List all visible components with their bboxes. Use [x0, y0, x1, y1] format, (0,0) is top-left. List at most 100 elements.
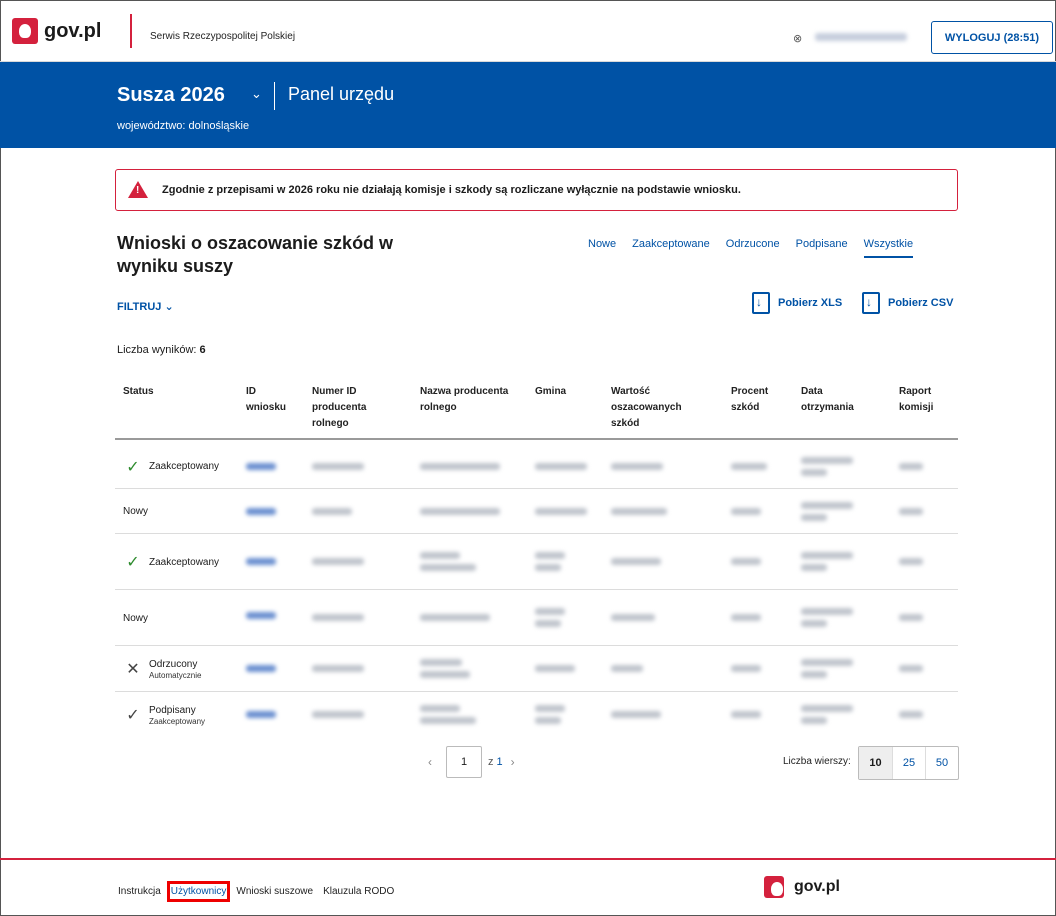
- col-gmina[interactable]: Gmina: [535, 384, 566, 400]
- page-input[interactable]: 1: [446, 746, 482, 778]
- status-text-group: Podpisany Zaakceptowany: [149, 705, 205, 726]
- col-producer-name[interactable]: Nazwa producenta rolnego: [420, 384, 508, 416]
- gov-logo[interactable]: gov.pl: [12, 18, 101, 44]
- col-commission-report[interactable]: Raport komisji: [899, 384, 933, 416]
- col-status[interactable]: Status: [123, 384, 154, 400]
- blurred-cell: [420, 659, 462, 666]
- blurred-cell: [312, 558, 364, 565]
- voivodeship-label: województwo: dolnośląskie: [117, 120, 250, 132]
- blurred-cell: [535, 665, 575, 672]
- status-cell: Nowy: [123, 489, 148, 534]
- footer-link-rodo[interactable]: Klauzula RODO: [322, 884, 395, 899]
- download-xls-label: Pobierz XLS: [778, 297, 843, 309]
- download-csv-button[interactable]: Pobierz CSV: [862, 292, 953, 314]
- status-cell: ✓ Zaakceptowany: [123, 444, 219, 489]
- blurred-cell: [801, 705, 853, 712]
- status-text-group: Odrzucony Automatycznie: [149, 659, 201, 680]
- service-name: Serwis Rzeczypospolitej Polskiej: [150, 31, 296, 42]
- program-title[interactable]: Susza 2026: [117, 84, 225, 107]
- results-count: Liczba wyników: 6: [117, 344, 206, 356]
- blurred-cell: [420, 564, 476, 571]
- chevron-down-icon: ⌄: [164, 301, 174, 313]
- filter-toggle[interactable]: FILTRUJ ⌄: [117, 300, 174, 313]
- logout-button[interactable]: WYLOGUJ (28:51): [931, 21, 1053, 54]
- blurred-cell: [535, 463, 587, 470]
- download-icon: [862, 292, 880, 314]
- filter-label: FILTRUJ: [117, 301, 162, 313]
- blurred-cell: [420, 508, 500, 515]
- tab-nowe[interactable]: Nowe: [588, 238, 616, 258]
- status-cell: ✓ Podpisany Zaakceptowany: [123, 692, 205, 738]
- tab-wszystkie[interactable]: Wszystkie: [863, 238, 914, 258]
- rows-option-10[interactable]: 10: [859, 747, 892, 779]
- blurred-cell: [899, 558, 923, 565]
- blurred-cell: [312, 665, 364, 672]
- chevron-right-icon[interactable]: ›: [503, 755, 523, 769]
- rows-option-25[interactable]: 25: [892, 747, 925, 779]
- col-id[interactable]: ID wniosku: [246, 384, 286, 416]
- status-label: Podpisany: [149, 704, 196, 716]
- blurred-cell: [535, 705, 565, 712]
- tab-odrzucone[interactable]: Odrzucone: [726, 238, 780, 258]
- chevron-left-icon[interactable]: ‹: [420, 755, 440, 769]
- blurred-cell: [801, 620, 827, 627]
- blurred-cell: [801, 502, 853, 509]
- page-of-label: z: [488, 756, 494, 768]
- table-row[interactable]: ✓ Podpisany Zaakceptowany: [115, 692, 958, 738]
- alert-text: Zgodnie z przepisami w 2026 roku nie dzi…: [162, 184, 741, 196]
- blurred-cell: [535, 717, 561, 724]
- page-title: Wnioski o oszacowanie szkód w wyniku sus…: [117, 233, 394, 276]
- application-id-link[interactable]: [246, 612, 276, 619]
- tab-podpisane[interactable]: Podpisane: [796, 238, 848, 258]
- footer-logo[interactable]: gov.pl: [764, 876, 840, 898]
- check-icon: ✓: [126, 707, 140, 724]
- table-row[interactable]: Nowy: [115, 590, 958, 646]
- footer-link-uzytkownicy[interactable]: Użytkownicy: [166, 881, 231, 902]
- col-damage-value[interactable]: Wartość oszacowanych szkód: [611, 384, 682, 432]
- blurred-cell: [611, 463, 663, 470]
- blurred-cell: [420, 671, 470, 678]
- rows-option-50[interactable]: 50: [925, 747, 958, 779]
- col-producer-id[interactable]: Numer ID producenta rolnego: [312, 384, 366, 432]
- table-row[interactable]: Nowy: [115, 489, 958, 534]
- warning-alert: Zgodnie z przepisami w 2026 roku nie dzi…: [115, 169, 958, 211]
- chevron-down-icon[interactable]: ⌄: [251, 86, 262, 102]
- blurred-cell: [899, 508, 923, 515]
- blurred-cell: [801, 564, 827, 571]
- blurred-cell: [312, 711, 364, 718]
- footer-link-instrukcja[interactable]: Instrukcja: [117, 884, 162, 899]
- panel-title: Panel urzędu: [288, 84, 395, 104]
- col-received-date[interactable]: Data otrzymania: [801, 384, 854, 416]
- blurred-cell: [535, 508, 587, 515]
- blurred-cell: [731, 711, 761, 718]
- table-row[interactable]: ✓ Zaakceptowany: [115, 534, 958, 590]
- blurred-cell: [899, 614, 923, 621]
- eagle-icon: [12, 18, 38, 44]
- application-id-link[interactable]: [246, 463, 276, 470]
- status-sublabel: Automatycznie: [149, 670, 202, 680]
- hero-banner: Susza 2026 ⌄ Panel urzędu województwo: d…: [0, 62, 1056, 148]
- blurred-cell: [801, 514, 827, 521]
- application-id-link[interactable]: [246, 508, 276, 515]
- application-id-link[interactable]: [246, 558, 276, 565]
- application-id-link[interactable]: [246, 665, 276, 672]
- logo-text: gov.pl: [44, 19, 102, 42]
- footer-link-wnioski[interactable]: Wnioski suszowe: [235, 884, 314, 899]
- blurred-cell: [611, 711, 661, 718]
- status-cell: Nowy: [123, 590, 148, 646]
- blurred-cell: [801, 608, 853, 615]
- rows-per-page-label: Liczba wierszy:: [783, 756, 851, 767]
- check-icon: ✓: [126, 554, 140, 571]
- col-damage-percent[interactable]: Procent szkód: [731, 384, 768, 416]
- header-divider: [130, 14, 132, 48]
- blurred-cell: [899, 665, 923, 672]
- table-row[interactable]: ✓ Zaakceptowany: [115, 444, 958, 489]
- download-xls-button[interactable]: Pobierz XLS: [752, 292, 842, 314]
- blurred-cell: [801, 659, 853, 666]
- table-row[interactable]: ✕ Odrzucony Automatycznie: [115, 646, 958, 692]
- blurred-cell: [801, 469, 827, 476]
- status-label: Odrzucony: [149, 658, 198, 670]
- tab-zaakceptowane[interactable]: Zaakceptowane: [632, 238, 710, 258]
- blurred-cell: [611, 665, 643, 672]
- application-id-link[interactable]: [246, 711, 276, 718]
